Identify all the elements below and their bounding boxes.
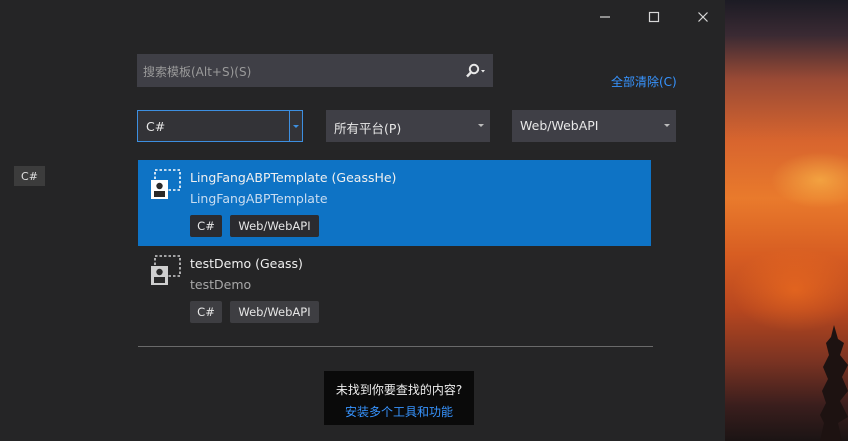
template-tag-type: Web/WebAPI <box>230 215 319 237</box>
template-name: testDemo (Geass) <box>190 256 303 271</box>
not-found-panel: 未找到你要查找的内容? 安装多个工具和功能 <box>324 371 474 425</box>
template-subtitle: LingFangABPTemplate <box>190 191 328 206</box>
close-icon <box>698 12 708 22</box>
platform-filter-dropdown[interactable]: 所有平台(P) <box>326 110 490 142</box>
search-icon[interactable] <box>464 63 486 79</box>
language-filter-value: C# <box>146 119 166 134</box>
minimize-button[interactable] <box>582 3 628 31</box>
chevron-down-icon <box>664 124 670 127</box>
template-tag-language: C# <box>190 301 222 323</box>
platform-filter-value: 所有平台(P) <box>334 121 402 136</box>
install-tools-link[interactable]: 安装多个工具和功能 <box>324 403 474 420</box>
desktop-wallpaper <box>725 0 848 441</box>
template-item[interactable]: LingFangABPTemplate (GeassHe) LingFangAB… <box>138 160 651 246</box>
side-language-tag: C# <box>14 166 45 186</box>
language-filter-dropdown[interactable]: C# <box>137 110 303 142</box>
clear-all-link[interactable]: 全部清除(C) <box>611 73 677 90</box>
maximize-icon <box>648 11 660 23</box>
close-button[interactable] <box>680 3 725 31</box>
project-type-filter-value: Web/WebAPI <box>520 118 599 133</box>
project-type-filter-dropdown[interactable]: Web/WebAPI <box>512 110 676 142</box>
maximize-button[interactable] <box>631 3 677 31</box>
template-tag-type: Web/WebAPI <box>230 301 319 323</box>
template-search[interactable]: 搜索模板(Alt+S)(S) <box>137 54 493 87</box>
template-item[interactable]: testDemo (Geass) testDemo C# Web/WebAPI <box>138 246 651 332</box>
not-found-question: 未找到你要查找的内容? <box>335 383 463 397</box>
search-placeholder: 搜索模板(Alt+S)(S) <box>143 65 252 79</box>
template-icon <box>151 169 181 199</box>
template-tag-language: C# <box>190 215 222 237</box>
chevron-down-icon <box>293 125 299 128</box>
list-separator <box>138 346 653 347</box>
template-icon <box>151 255 181 285</box>
template-name: LingFangABPTemplate (GeassHe) <box>190 170 397 185</box>
new-project-window: 搜索模板(Alt+S)(S) 全部清除(C) C# 所有平台(P) Web/We… <box>0 0 725 441</box>
minimize-icon <box>600 16 610 18</box>
dropdown-divider <box>289 111 290 141</box>
template-subtitle: testDemo <box>190 277 252 292</box>
chevron-down-icon <box>478 124 484 127</box>
tree-silhouette <box>820 325 848 441</box>
